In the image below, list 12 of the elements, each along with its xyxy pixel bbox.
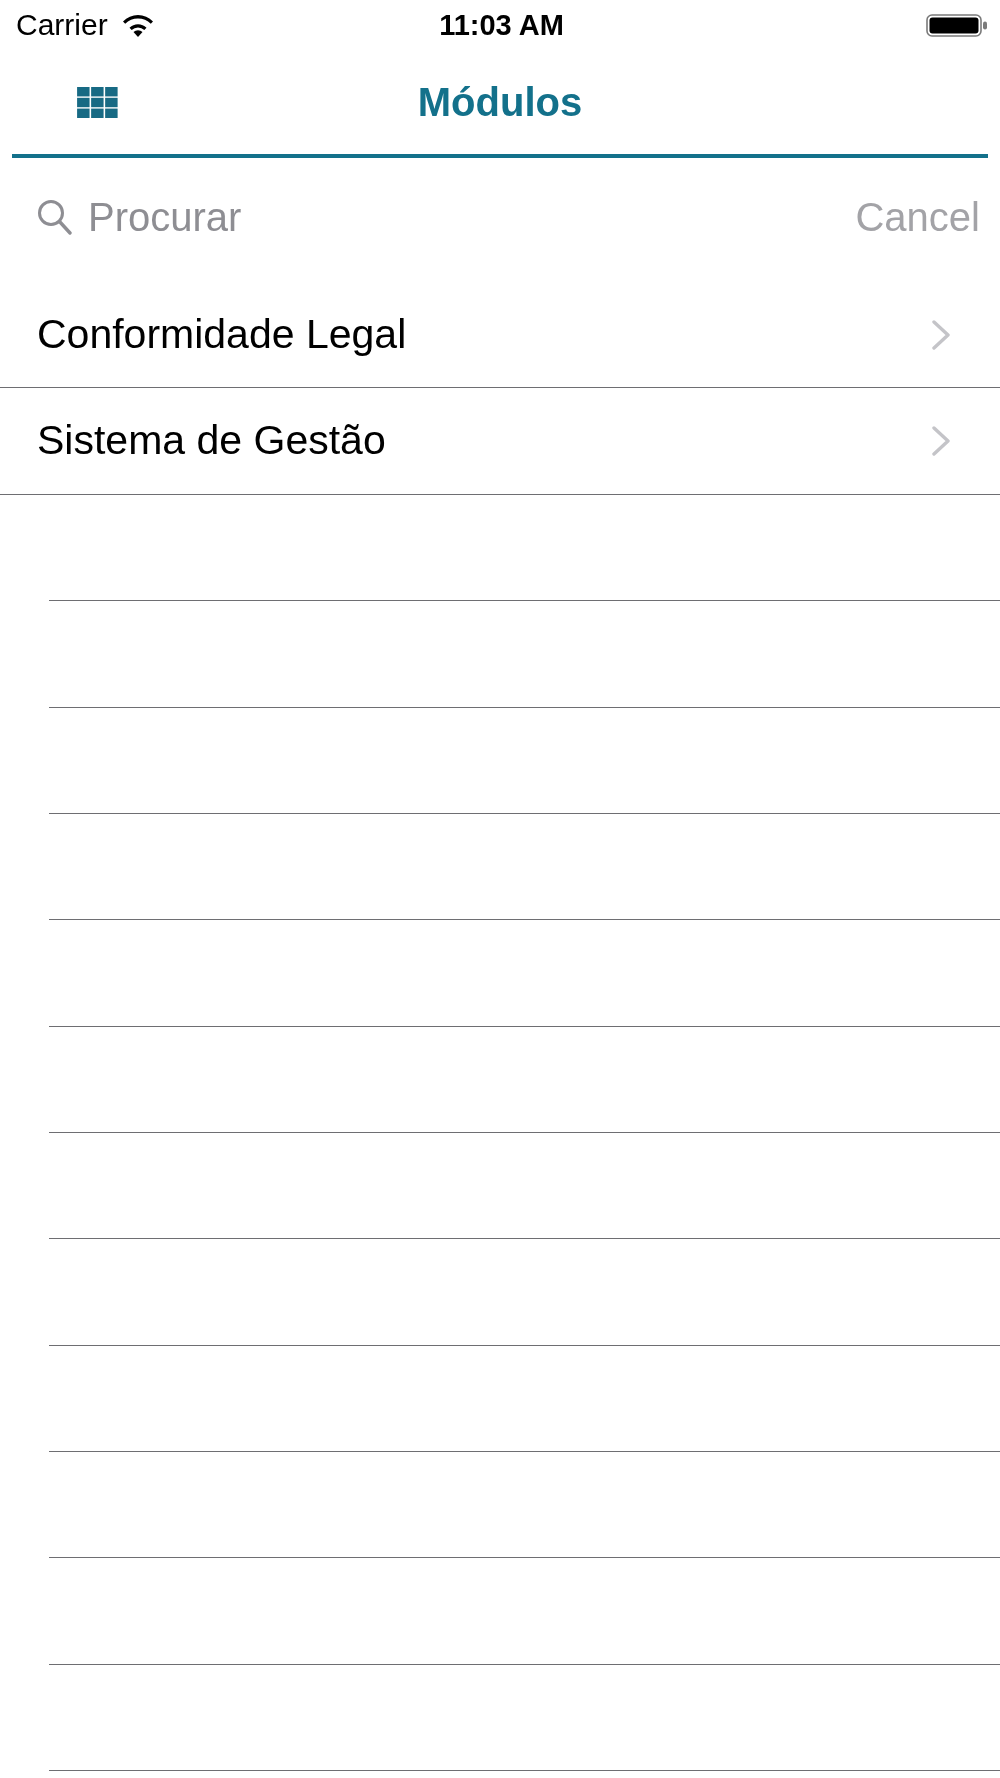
nav-title: Módulos bbox=[417, 79, 583, 125]
search-icon bbox=[37, 198, 72, 236]
list-item[interactable]: Sistema de Gestão bbox=[0, 388, 1000, 495]
carrier-name: Carrier bbox=[16, 8, 108, 42]
grid-menu-icon[interactable] bbox=[77, 86, 118, 118]
wifi-icon bbox=[121, 13, 154, 37]
search-field[interactable]: Procurar bbox=[88, 181, 840, 253]
status-time: 11:03 AM bbox=[439, 8, 564, 42]
battery-icon bbox=[926, 13, 987, 37]
chevron-right-icon bbox=[932, 319, 950, 350]
chevron-right-icon bbox=[932, 426, 950, 456]
list-item[interactable]: Conformidade Legal bbox=[0, 282, 1000, 389]
